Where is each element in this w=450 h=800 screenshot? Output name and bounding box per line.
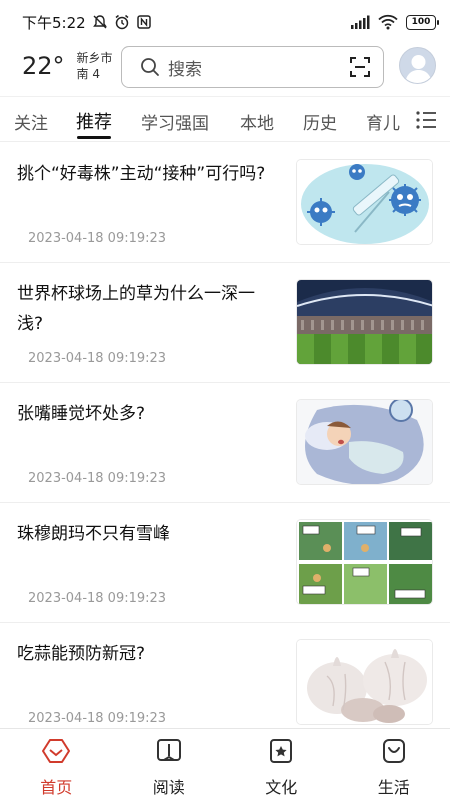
- nav-home[interactable]: 首页: [0, 729, 113, 800]
- news-date: 2023-04-18 09:19:23: [28, 231, 167, 246]
- tab-parenting[interactable]: 育儿: [366, 109, 400, 134]
- nav-home-label: 首页: [40, 778, 73, 797]
- nfc-icon: [136, 14, 152, 30]
- tab-recommended[interactable]: 推荐: [76, 108, 112, 134]
- search-icon: [140, 57, 160, 77]
- nav-culture-label: 文化: [265, 778, 298, 797]
- signal-icon: [350, 15, 370, 29]
- news-feed: 挑个“好毒株”主动“接种”可行吗? 2023-04-18 09:19:23 世界…: [0, 143, 450, 728]
- battery-indicator: 100: [406, 14, 439, 30]
- tab-xuexi-qiangguo[interactable]: 学习强国: [141, 109, 209, 134]
- comic-strip-thumbnail: [296, 519, 433, 605]
- location-info: 新乡市 南 4: [77, 50, 113, 82]
- mute-notification-icon: [92, 14, 108, 30]
- nav-culture[interactable]: 文化: [225, 729, 338, 800]
- tab-menu-icon[interactable]: [415, 110, 437, 130]
- scan-icon[interactable]: [349, 56, 371, 78]
- news-title: 珠穆朗玛不只有雪峰: [17, 524, 170, 544]
- temperature: 22°: [22, 52, 65, 80]
- wifi-icon: [378, 14, 398, 30]
- nav-reading-label: 阅读: [152, 778, 185, 797]
- news-item[interactable]: 挑个“好毒株”主动“接种”可行吗? 2023-04-18 09:19:23: [0, 143, 450, 263]
- stadium-photo-thumbnail: [296, 279, 433, 365]
- home-icon: [42, 738, 71, 768]
- news-item[interactable]: 世界杯球场上的草为什么一深一浅? 2023-04-18 09:19:23: [0, 263, 450, 383]
- culture-icon: [267, 738, 295, 768]
- nav-life-label: 生活: [377, 778, 410, 797]
- tab-history[interactable]: 历史: [303, 109, 337, 134]
- news-item[interactable]: 吃蒜能预防新冠? 2023-04-18 09:19:23: [0, 623, 450, 728]
- news-item[interactable]: 张嘴睡觉坏处多? 2023-04-18 09:19:23: [0, 383, 450, 503]
- tab-local[interactable]: 本地: [240, 109, 274, 134]
- tab-following[interactable]: 关注: [14, 109, 48, 134]
- garlic-photo-thumbnail: [296, 639, 433, 725]
- avatar[interactable]: [399, 47, 436, 84]
- weather-widget[interactable]: 22° 新乡市 南 4: [22, 50, 113, 82]
- category-tabs: 关注 推荐 学习强国 本地 历史 育儿: [0, 96, 450, 142]
- news-date: 2023-04-18 09:19:23: [28, 711, 167, 726]
- city-name: 新乡市: [76, 51, 113, 65]
- virus-illustration-thumbnail: [296, 159, 433, 245]
- news-date: 2023-04-18 09:19:23: [28, 471, 167, 486]
- nav-life[interactable]: 生活: [338, 729, 450, 800]
- bottom-nav: 首页 阅读 文化 生活: [0, 728, 450, 800]
- news-date: 2023-04-18 09:19:23: [28, 351, 167, 366]
- sleeping-child-thumbnail: [296, 399, 433, 485]
- active-tab-indicator: [77, 136, 111, 139]
- life-icon: [380, 738, 408, 768]
- news-title: 吃蒜能预防新冠?: [17, 644, 146, 664]
- book-icon: [155, 738, 183, 768]
- status-bar: 下午5:22 100: [0, 0, 450, 44]
- news-date: 2023-04-18 09:19:23: [28, 591, 167, 606]
- header: 22° 新乡市 南 4 搜索: [0, 44, 450, 94]
- search-bar[interactable]: 搜索: [121, 46, 384, 88]
- news-title: 张嘴睡觉坏处多?: [17, 404, 146, 424]
- nav-reading[interactable]: 阅读: [113, 729, 226, 800]
- wind-info: 南 4: [76, 67, 100, 81]
- news-item[interactable]: 珠穆朗玛不只有雪峰 2023-04-18 09:19:23: [0, 503, 450, 623]
- search-placeholder: 搜索: [168, 59, 202, 80]
- news-title: 挑个“好毒株”主动“接种”可行吗?: [17, 164, 266, 184]
- status-time: 下午5:22: [22, 13, 86, 32]
- alarm-icon: [114, 14, 130, 30]
- news-title: 世界杯球场上的草为什么一深一浅?: [17, 284, 255, 334]
